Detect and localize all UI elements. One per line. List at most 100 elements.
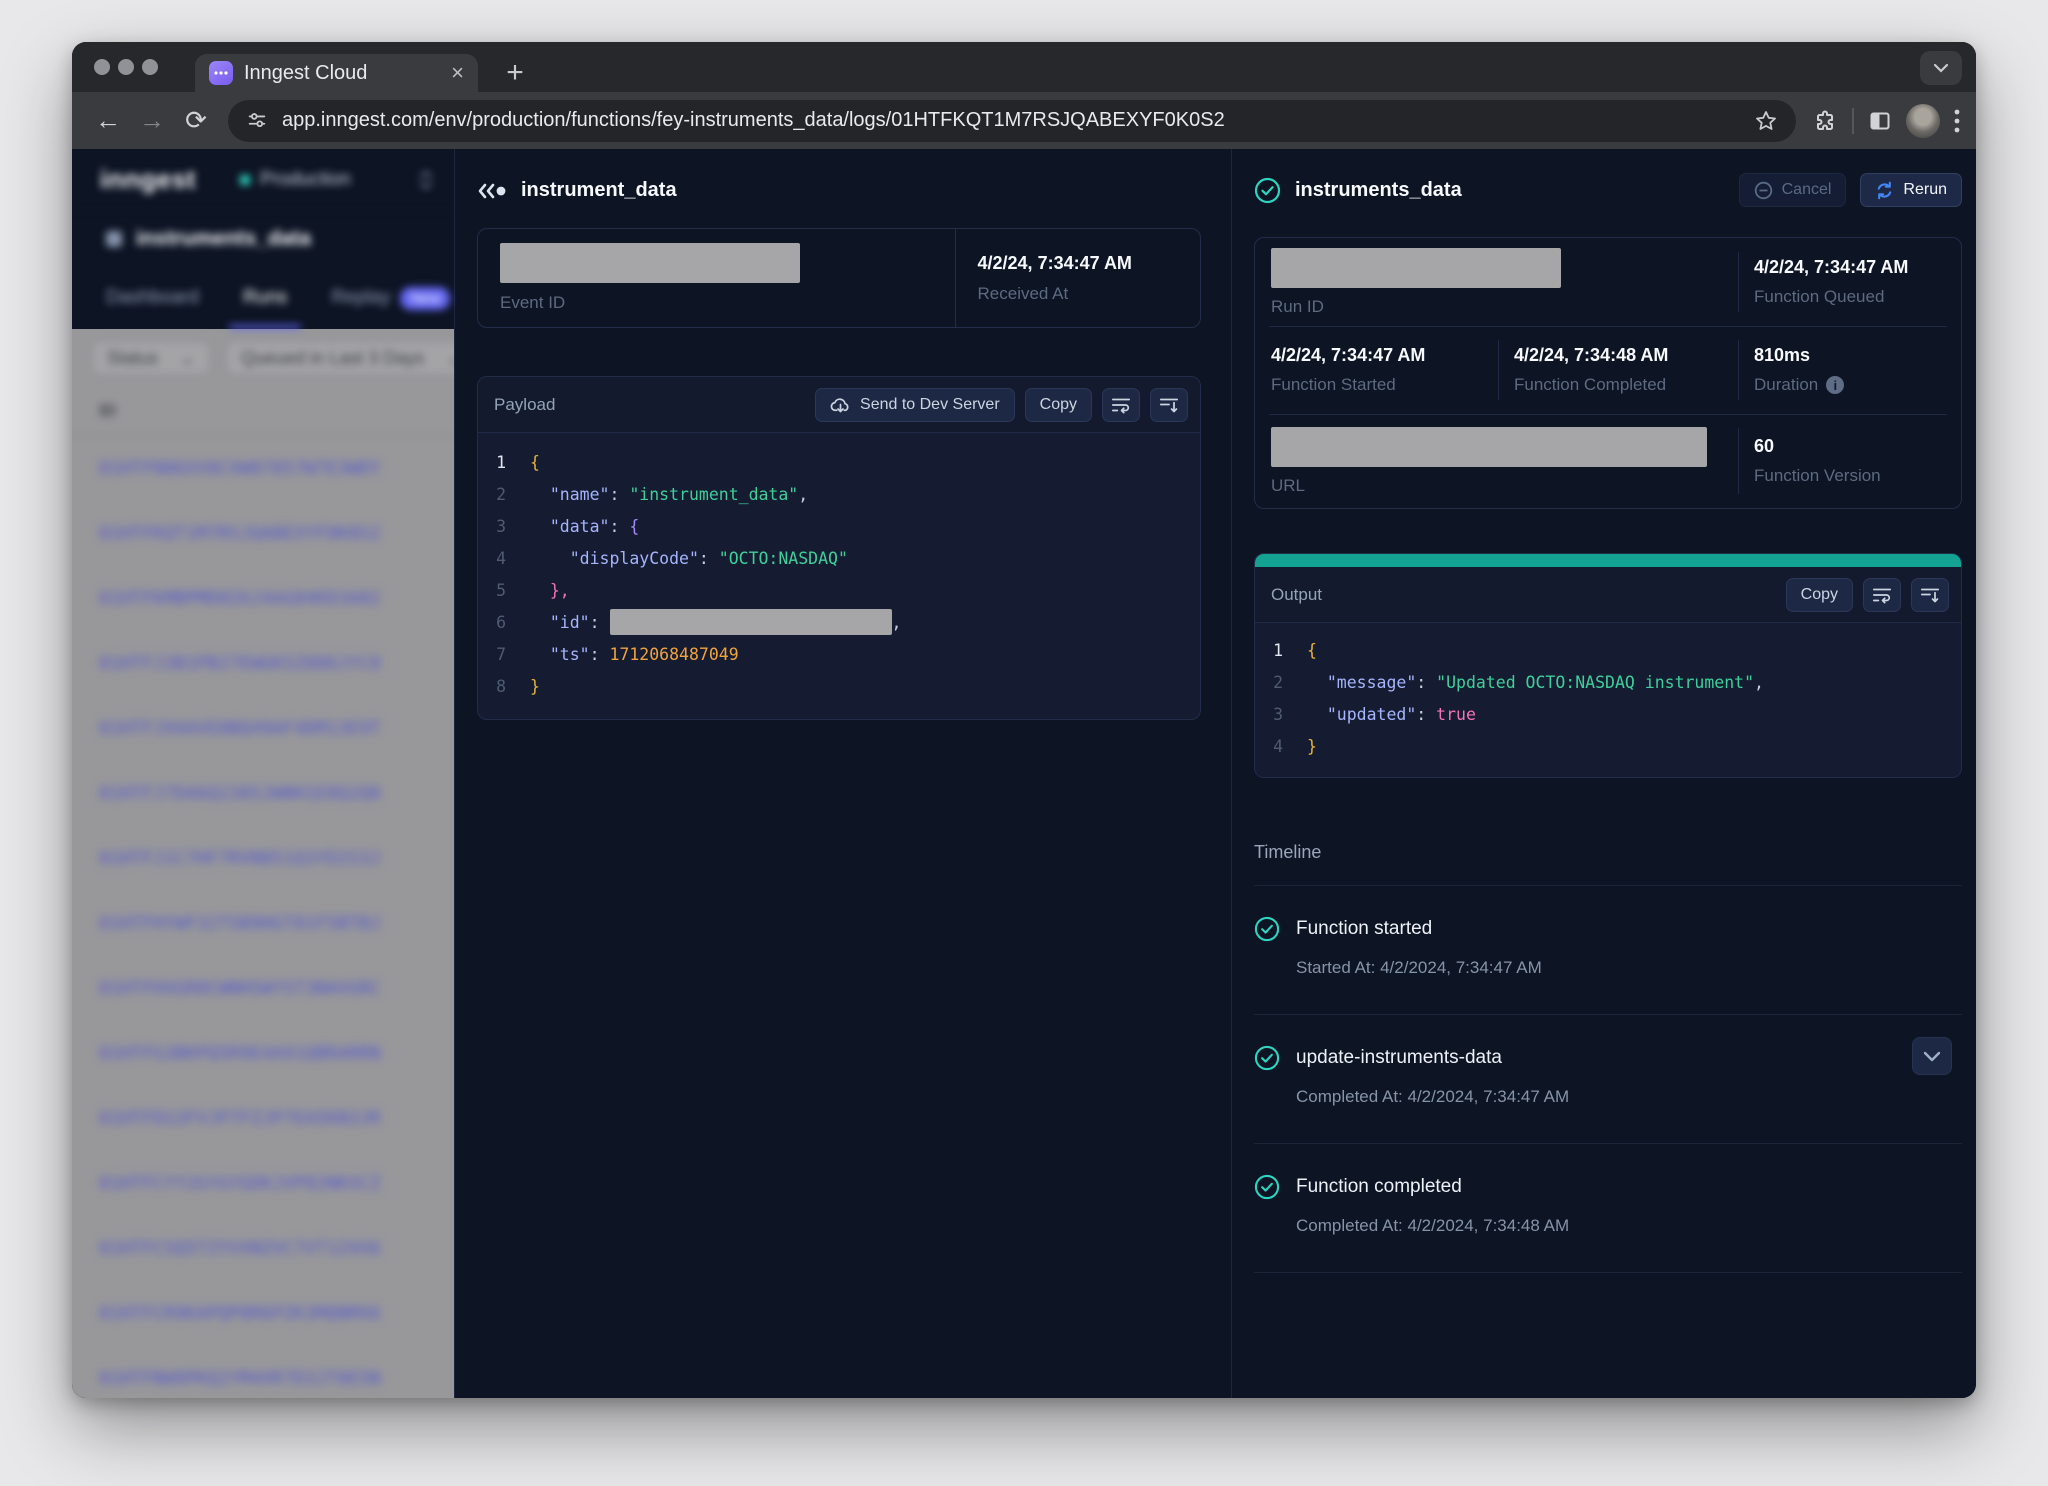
extensions-icon[interactable] [1814, 109, 1838, 133]
function-started-value: 4/2/24, 7:34:47 AM [1271, 345, 1498, 366]
new-tab-button[interactable]: + [496, 54, 534, 92]
timeline-step-label: Function completed [1296, 1176, 1462, 1198]
run-id-link[interactable]: 01HTFG3BKPQ5R9E4A91QBRARRN [72, 1021, 454, 1086]
run-id-link[interactable]: 01HTFKQT1M7RSJQABEXYF0K0S2 [72, 501, 454, 566]
sidebar: inngest Production instruments_data [72, 149, 455, 1398]
desktop-background: Inngest Cloud × + ← → ⟳ app.inngest.com/… [0, 0, 2048, 1486]
window-close-button[interactable] [94, 59, 110, 75]
run-id-link[interactable]: 01HTFJ7DA6Q2385JWNH1E8Q2Q0 [72, 761, 454, 826]
function-version-value: 60 [1754, 436, 1961, 457]
environment-switcher-icon[interactable] [418, 169, 434, 191]
sidebar-tab-dashboard[interactable]: Dashboard [106, 267, 199, 329]
duration-value: 810ms [1754, 345, 1961, 366]
timeline-step-label: update-instruments-data [1296, 1047, 1502, 1069]
expand-step-button[interactable] [1912, 1037, 1952, 1075]
reload-icon[interactable]: ⟳ [176, 101, 216, 141]
run-id-link[interactable]: 01HTFHXGR0CWNHSWY5T3NAVGRC [72, 956, 454, 1021]
toolbar-divider [1852, 108, 1854, 134]
run-id-link[interactable]: 01HTFBW9PKQ2YM4XR7D3JT8E5N [72, 1346, 454, 1398]
sidebar-tab-replay[interactable]: ReplayNew [331, 267, 450, 329]
received-at-value: 4/2/24, 7:34:47 AM [978, 253, 1200, 274]
run-id-link[interactable]: 01HTFHYWF32TSB9HGT01F5BTBJ [72, 891, 454, 956]
run-id-link[interactable]: 01HTFN86XV8CXW87857W7E3WDY [72, 436, 454, 501]
run-id-link[interactable]: 01HTFC5Q5TZYVXNZVC7VT1Z4X6 [72, 1216, 454, 1281]
status-filter[interactable]: Status ⌄ [92, 341, 210, 375]
code-line: 1{ [1255, 635, 1961, 667]
environment-selector[interactable]: Production [240, 169, 418, 191]
function-queued-value: 4/2/24, 7:34:47 AM [1754, 257, 1961, 278]
window-zoom-button[interactable] [142, 59, 158, 75]
menu-dots-icon[interactable] [1954, 108, 1960, 134]
duration-cell: 810ms Duration [1738, 326, 1961, 414]
run-id-link[interactable]: 01HTFJ3B1PB27EWGK5Z086JYC8 [72, 631, 454, 696]
forward-icon[interactable]: → [132, 101, 172, 141]
send-to-dev-server-button[interactable]: Send to Dev Server [815, 388, 1015, 422]
received-at-cell: 4/2/24, 7:34:47 AM Received At [955, 229, 1200, 327]
rerun-button[interactable]: Rerun [1860, 173, 1962, 207]
window-minimize-button[interactable] [118, 59, 134, 75]
event-id-label: Event ID [500, 293, 955, 313]
code-line: 6 "id": , [478, 607, 1200, 639]
browser-tab[interactable]: Inngest Cloud × [195, 54, 478, 92]
event-title-row: instrument_data [477, 179, 1201, 202]
runs-column-header: ID [99, 401, 454, 421]
output-label: Output [1271, 585, 1776, 605]
bookmark-star-icon[interactable] [1754, 109, 1778, 133]
redacted-value [610, 609, 892, 635]
cloud-download-icon [830, 396, 851, 414]
chevron-down-icon: ⌄ [180, 348, 195, 369]
payload-header: Payload Send to Dev Server Copy [478, 377, 1200, 433]
sidebar-tabs: Dashboard Runs ReplayNew [72, 267, 454, 329]
success-check-icon [1254, 177, 1281, 204]
run-id-link[interactable]: 01HTFEG3FVJP7FZJP7EA5KN3JR [72, 1086, 454, 1151]
function-version-cell: 60 Function Version [1738, 414, 1961, 508]
event-name: instrument_data [521, 179, 677, 202]
info-icon[interactable] [1826, 376, 1844, 394]
word-wrap-icon[interactable] [1863, 578, 1901, 612]
function-started-label: Function Started [1271, 375, 1498, 395]
function-queued-cell: 4/2/24, 7:34:47 AM Function Queued [1738, 238, 1961, 326]
code-line: 5 }, [478, 575, 1200, 607]
run-id-link[interactable]: 01HTFCR9KAPQP0R6PZK3MQNMX6 [72, 1281, 454, 1346]
run-panel: instruments_data Cancel [1232, 149, 1976, 1398]
payload-copy-button[interactable]: Copy [1025, 388, 1092, 422]
sidebar-tab-runs[interactable]: Runs [243, 267, 287, 329]
step-success-check-icon [1254, 1174, 1280, 1200]
timeline: Function startedStarted At: 4/2/2024, 7:… [1254, 886, 1962, 1273]
code-line: 1{ [478, 447, 1200, 479]
event-id-redacted-value [500, 243, 800, 283]
output-code[interactable]: 1{2 "message": "Updated OCTO:NASDAQ inst… [1255, 623, 1961, 777]
output-copy-button[interactable]: Copy [1786, 578, 1853, 612]
run-details-card: Run ID 4/2/24, 7:34:47 AM Function Queue… [1254, 237, 1962, 509]
back-icon[interactable]: ← [88, 101, 128, 141]
url-bar[interactable]: app.inngest.com/env/production/functions… [228, 100, 1796, 142]
site-settings-icon[interactable] [246, 110, 268, 132]
timeline-heading: Timeline [1254, 842, 1962, 886]
word-wrap-icon[interactable] [1102, 388, 1140, 422]
side-panel-icon[interactable] [1868, 109, 1892, 133]
payload-code[interactable]: 1{2 "name": "instrument_data",3 "data": … [478, 433, 1200, 719]
event-id-cell: Event ID [478, 229, 955, 327]
scroll-to-bottom-icon[interactable] [1911, 578, 1949, 612]
cancel-run-button[interactable]: Cancel [1739, 173, 1847, 207]
profile-avatar[interactable] [1906, 104, 1940, 138]
timeline-step-timestamp: Started At: 4/2/2024, 7:34:47 AM [1296, 958, 1962, 978]
run-id-cell: Run ID [1255, 238, 1738, 326]
run-id-link[interactable]: 01HTFJ1C7HF7RVN051Q3YD2S3J [72, 826, 454, 891]
chevron-down-icon: ⌄ [446, 348, 454, 369]
run-id-link[interactable]: 01HTFCYY2GYGYGDKJVP82NKXCZ [72, 1151, 454, 1216]
run-id-link[interactable]: 01HTFJ94AVE0BQ49AF4DM13E9T [72, 696, 454, 761]
scroll-to-bottom-icon[interactable] [1150, 388, 1188, 422]
close-tab-icon[interactable]: × [451, 62, 464, 84]
run-id-label: Run ID [1271, 297, 1738, 317]
run-id-link[interactable]: 01HTFKMBPMD0ZAJ4AG04KD3A02 [72, 566, 454, 631]
tab-search-button[interactable] [1920, 51, 1962, 85]
environment-status-dot [240, 175, 250, 185]
run-id-redacted-value [1271, 248, 1561, 288]
timeline-entry: Function startedStarted At: 4/2/2024, 7:… [1254, 886, 1962, 1015]
time-filter[interactable]: Queued in Last 3 Days ⌄ [226, 341, 454, 375]
received-at-label: Received At [978, 284, 1200, 304]
browser-window: Inngest Cloud × + ← → ⟳ app.inngest.com/… [72, 42, 1976, 1398]
new-badge: New [400, 287, 450, 310]
payload-card: Payload Send to Dev Server Copy [477, 376, 1201, 720]
